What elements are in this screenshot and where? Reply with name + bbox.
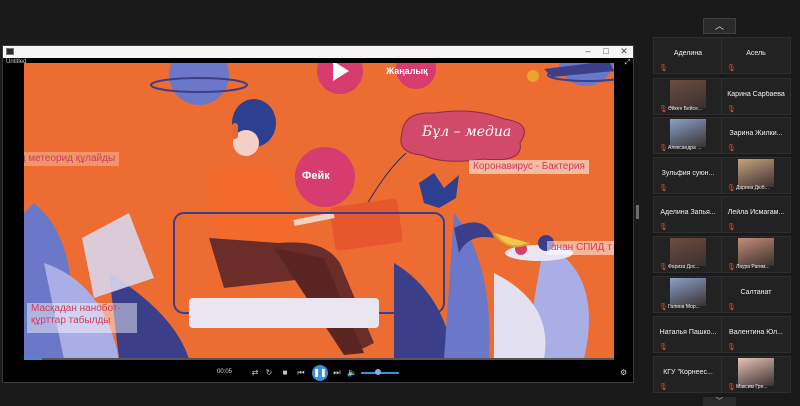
video-frame[interactable]: Жаңалық Фейк Бұл – медиа ң метеорид құла… [24, 63, 614, 359]
participant-tile[interactable]: Валентина Юл... 🎙 [721, 316, 791, 353]
shared-screen-window: – □ ✕ Untitled ⤢ Жаңалық Фейк Бұл – меди… [2, 45, 634, 383]
expand-icon[interactable]: ⤢ [623, 58, 632, 67]
participant-tile[interactable]: Наталья Пашко... 🎙 [653, 316, 723, 353]
player-controls: 00:05 ⇄ ↻ ■ ⏮ ❚❚ ⏭ 🔈 ⚙ [3, 364, 633, 382]
participant-name: Салтанат [740, 289, 772, 296]
muted-mic-icon: 🎙 [659, 304, 668, 311]
participant-tile[interactable]: Максим Гре... 🎙 [721, 356, 791, 393]
participant-video [670, 80, 706, 108]
spid-headline: анан СПИД т [547, 241, 614, 255]
laptop [330, 198, 403, 251]
participant-name: Фариза Дос... [668, 264, 700, 270]
participant-name: КГУ "Корнеес... [663, 369, 713, 376]
maximize-button[interactable]: □ [599, 46, 613, 57]
planet-shape [169, 63, 229, 105]
settings-icon[interactable]: ⚙ [620, 368, 630, 378]
muted-mic-icon: 🎙 [659, 145, 668, 152]
participant-tile[interactable]: Фариза Дос... 🎙 [653, 236, 723, 273]
stop-icon[interactable]: ■ [279, 367, 291, 379]
participant-tile[interactable]: Аделина Запья... 🎙 [653, 196, 723, 233]
participant-name: Лаура Рагим... [736, 264, 770, 270]
participant-name: Карина Сарбаева [727, 91, 785, 98]
time-display: 00:05 [217, 369, 233, 375]
participant-tile[interactable]: Дарина Дюб... 🎙 [721, 157, 791, 194]
previous-icon[interactable]: ⏮ [295, 367, 307, 379]
participant-name: Әйкен Бейсе... [668, 106, 703, 112]
participant-video [670, 278, 706, 306]
participant-name: Валентина Юл... [729, 329, 783, 336]
muted-mic-icon: 🎙 [727, 224, 736, 231]
participant-tile[interactable]: Асель 🎙 [721, 37, 791, 74]
participant-video [670, 238, 706, 266]
participant-tile[interactable]: Салтанат 🎙 [721, 276, 791, 313]
muted-mic-icon: 🎙 [727, 344, 736, 351]
participant-name: Зарина Жилки... [729, 130, 783, 137]
muted-mic-icon: 🎙 [659, 264, 668, 271]
participant-tile[interactable]: КГУ "Корнеес... 🎙 [653, 356, 723, 393]
participant-name: Асель [746, 50, 766, 57]
participant-tile[interactable]: Зарина Жилки... 🎙 [721, 117, 791, 154]
muted-mic-icon: 🎙 [727, 304, 736, 311]
participant-name: Александра ... [668, 145, 702, 151]
muted-mic-icon: 🎙 [727, 264, 736, 271]
participant-tile[interactable]: Александра ... 🎙 [653, 117, 723, 154]
meteor-headline: ң метеорид құлайды [24, 152, 120, 166]
muted-mic-icon: 🎙 [659, 224, 668, 231]
muted-mic-icon: 🎙 [727, 106, 736, 113]
close-button[interactable]: ✕ [617, 46, 631, 57]
next-icon[interactable]: ⏭ [331, 367, 343, 379]
muted-mic-icon: 🎙 [727, 384, 736, 391]
participant-name: Наталья Пашко... [659, 329, 717, 336]
video-progress-bar[interactable] [24, 358, 614, 360]
muted-mic-icon: 🎙 [659, 344, 668, 351]
participant-tile[interactable]: Аделина 🎙 [653, 37, 723, 74]
muted-mic-icon: 🎙 [659, 106, 668, 113]
corona-headline: Коронавирус - Бактерия [469, 160, 589, 174]
participant-tile[interactable]: Зульфия суюн... 🎙 [653, 157, 723, 194]
muted-mic-icon: 🎙 [659, 185, 668, 192]
participant-name: Лейла Исмагам... [727, 209, 785, 216]
shuffle-icon[interactable]: ⇄ [249, 367, 261, 379]
muted-mic-icon: 🎙 [727, 145, 736, 152]
participant-tile[interactable]: Карина Сарбаева 🎙 [721, 78, 791, 115]
repeat-icon[interactable]: ↻ [263, 367, 275, 379]
participant-name: Аделина Запья... [660, 209, 716, 216]
muted-mic-icon: 🎙 [727, 185, 736, 192]
participant-video [738, 238, 774, 266]
volume-knob[interactable] [375, 369, 381, 375]
gallery-scroll-down-button[interactable]: ﹀ [703, 397, 736, 406]
participant-video [738, 159, 774, 187]
muted-mic-icon: 🎙 [727, 65, 736, 72]
participant-name: Максим Гре... [736, 384, 768, 390]
pause-button[interactable]: ❚❚ [312, 365, 328, 381]
participant-tile[interactable]: Лейла Исмагам... 🎙 [721, 196, 791, 233]
participant-tile[interactable]: Әйкен Бейсе... 🎙 [653, 78, 723, 115]
minimize-button[interactable]: – [581, 46, 595, 57]
participant-name: Галина Мор... [668, 304, 700, 310]
participant-name: Аделина [673, 50, 703, 57]
muted-mic-icon: 🎙 [659, 384, 668, 391]
participant-name: Зульфия суюн... [661, 170, 715, 177]
desk-plant [419, 173, 459, 208]
volume-icon[interactable]: 🔈 [346, 367, 358, 379]
news-label: Жаңалық [386, 66, 428, 76]
panel-splitter[interactable] [636, 205, 639, 219]
muted-mic-icon: 🎙 [659, 65, 668, 72]
participant-tile[interactable]: Галина Мор... 🎙 [653, 276, 723, 313]
participant-name: Дарина Дюб... [736, 185, 769, 191]
nanobot-headline: Масқадан нанобот-құрттар табылды [27, 303, 137, 333]
video-progress-fill [24, 358, 42, 360]
participant-video [738, 358, 774, 386]
app-icon [6, 48, 14, 55]
media-label: Бұл – медиа [422, 124, 512, 140]
participant-tile[interactable]: Лаура Рагим... 🎙 [721, 236, 791, 273]
fake-label: Фейк [302, 170, 330, 182]
participant-video [670, 119, 706, 147]
gallery-scroll-up-button[interactable]: ︿ [703, 18, 736, 34]
